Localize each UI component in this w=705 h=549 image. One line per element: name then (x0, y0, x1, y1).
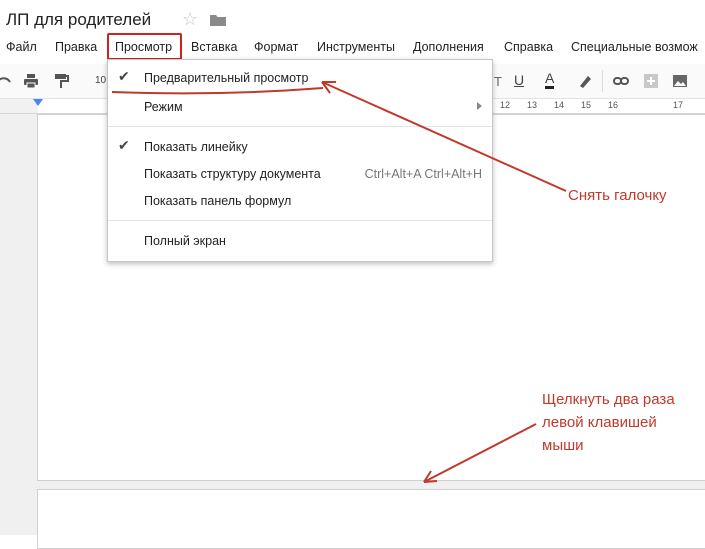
submenu-arrow-icon (477, 102, 482, 110)
menu-divider (108, 126, 492, 127)
highlight-icon[interactable] (577, 73, 593, 89)
ruler-number: 16 (608, 100, 619, 110)
toolbar-divider (602, 70, 603, 92)
undo-icon[interactable] (0, 73, 12, 89)
folder-icon[interactable] (210, 14, 226, 26)
link-icon[interactable] (613, 73, 629, 89)
menu-option-label: Полный экран (144, 234, 226, 248)
menu-option-shortcut: Ctrl+Alt+A Ctrl+Alt+H (364, 167, 482, 181)
menu-file[interactable]: Файл (6, 40, 37, 54)
annotation-double-click-note: Щелкнуть два раза (542, 391, 675, 408)
annotation-double-click-note: мыши (542, 437, 584, 454)
menu-option-show-equation-toolbar[interactable]: Показать панель формул (108, 188, 492, 214)
document-page[interactable] (37, 489, 705, 549)
menu-tools[interactable]: Инструменты (317, 40, 395, 54)
print-icon[interactable] (23, 73, 39, 89)
checkmark-icon: ✔ (118, 137, 130, 153)
comment-icon[interactable] (643, 73, 659, 89)
image-icon[interactable] (672, 73, 688, 89)
view-menu-highlight-box (107, 33, 182, 60)
menu-edit[interactable]: Правка (55, 40, 97, 54)
underline-icon[interactable]: U (514, 72, 524, 88)
title-bar: ЛП для родителей ☆ (0, 0, 705, 36)
menu-accessibility[interactable]: Специальные возмож (571, 40, 698, 54)
view-menu-dropdown: ✔ Предварительный просмотр Режим ✔ Показ… (107, 59, 493, 262)
checkmark-icon: ✔ (118, 68, 130, 84)
ruler-indent-marker[interactable] (33, 99, 43, 106)
menu-option-label: Показать линейку (144, 140, 248, 154)
ruler-number: 15 (581, 100, 592, 110)
paint-format-icon[interactable] (53, 73, 69, 89)
menu-option-show-ruler[interactable]: ✔ Показать линейку (108, 134, 492, 160)
menu-option-label: Показать структуру документа (144, 167, 321, 181)
ruler-number: 14 (554, 100, 565, 110)
document-title[interactable]: ЛП для родителей (6, 10, 151, 30)
menu-help[interactable]: Справка (504, 40, 553, 54)
italic-icon[interactable]: T (494, 74, 502, 89)
ruler-number: 13 (527, 100, 538, 110)
menu-option-print-layout[interactable]: ✔ Предварительный просмотр (108, 65, 492, 91)
menu-addons[interactable]: Дополнения (413, 40, 484, 54)
star-icon[interactable]: ☆ (182, 10, 198, 28)
menu-option-full-screen[interactable]: Полный экран (108, 228, 492, 254)
annotation-uncheck-note: Снять галочку (568, 187, 667, 204)
menu-option-label: Режим (144, 100, 183, 114)
menu-option-label: Предварительный просмотр (144, 71, 309, 85)
menu-insert[interactable]: Вставка (191, 40, 237, 54)
ruler-number: 12 (500, 100, 511, 110)
menu-option-show-outline[interactable]: Показать структуру документа Ctrl+Alt+A … (108, 161, 492, 187)
menu-format[interactable]: Формат (254, 40, 298, 54)
menu-option-label: Показать панель формул (144, 194, 292, 208)
annotation-double-click-note: левой клавишей (542, 414, 657, 431)
menu-option-mode[interactable]: Режим (108, 94, 492, 120)
menu-divider (108, 220, 492, 221)
zoom-value[interactable]: 10 (95, 75, 106, 86)
text-color-icon[interactable]: A (545, 71, 555, 89)
ruler-number: 17 (673, 100, 684, 110)
menu-bar: Файл Правка Просмотр Вставка Формат Инст… (0, 37, 705, 57)
